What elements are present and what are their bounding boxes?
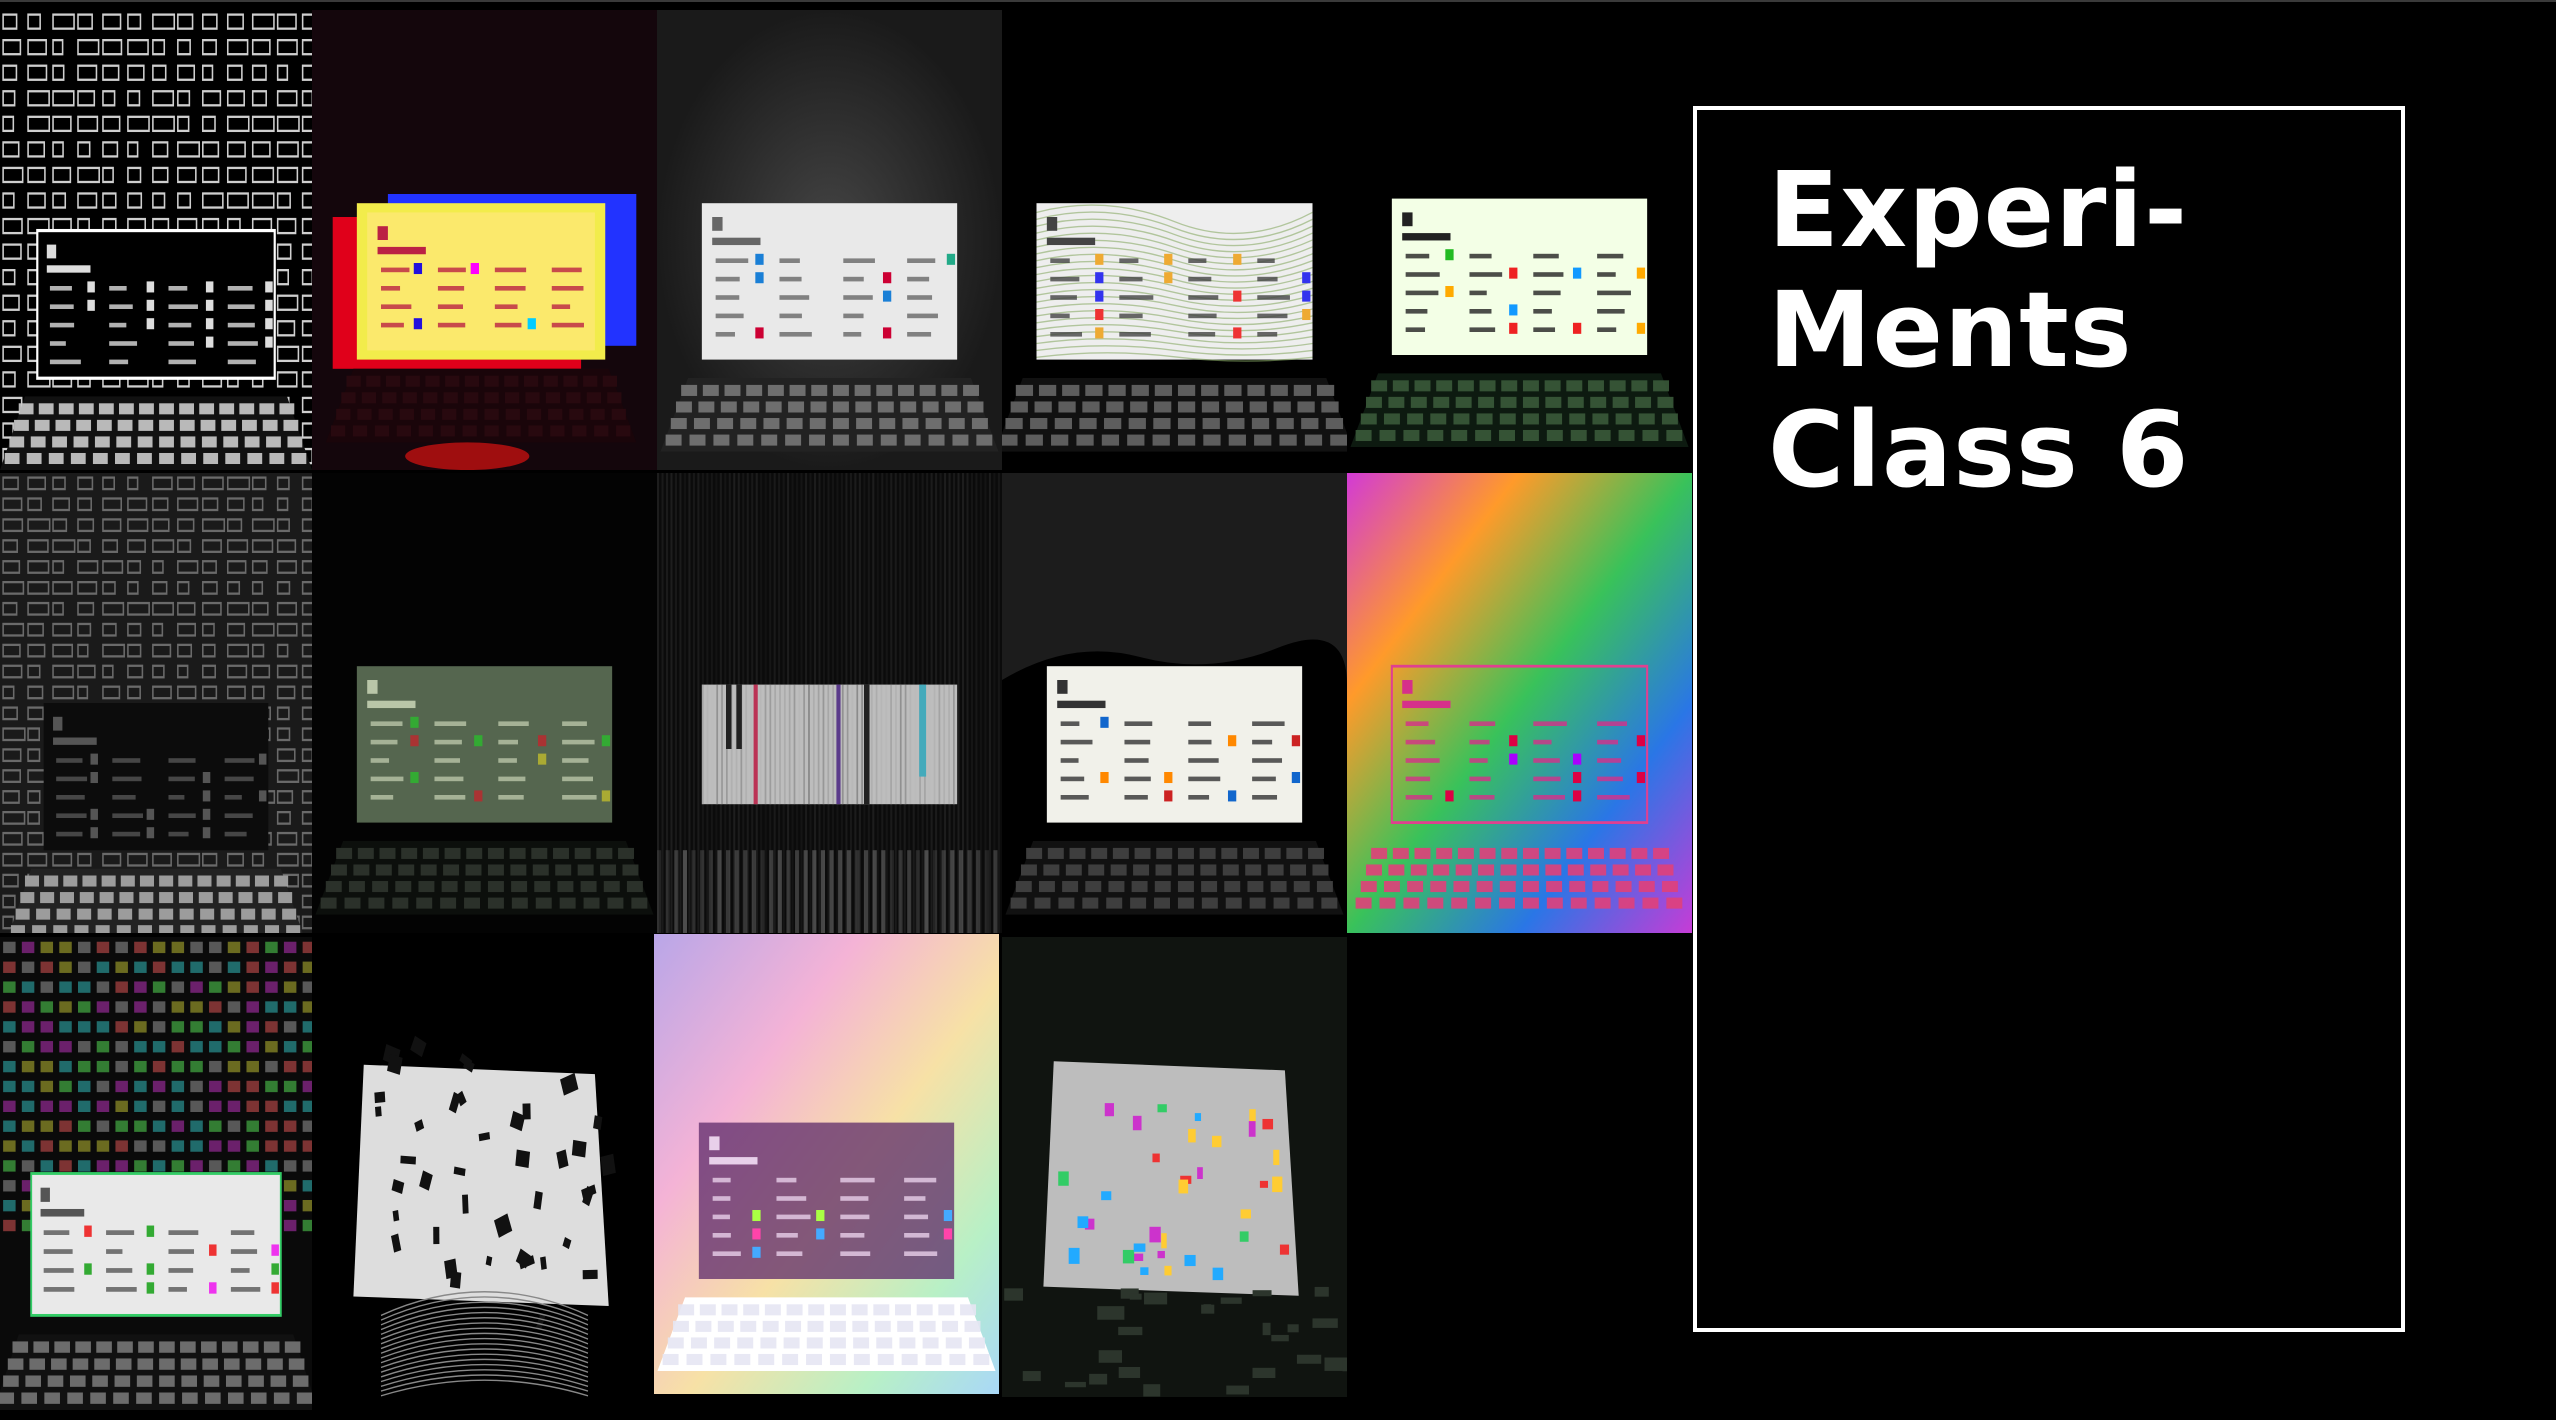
experiment-tile-chromatic-pattern-image	[0, 937, 312, 1410]
experiment-tile-green-dim	[312, 473, 657, 933]
experiment-tile-outline-pattern-image	[0, 10, 312, 470]
experiment-tile-vertical-stripes-image	[657, 473, 1002, 933]
experiment-tile-posterized-image	[1002, 473, 1347, 933]
experiment-tile-chromatic-pattern	[0, 937, 312, 1410]
top-divider	[0, 0, 2556, 2]
experiment-tile-posterized	[1002, 473, 1347, 933]
experiment-tile-green-dim-image	[312, 473, 657, 933]
experiment-tile-outline-pattern	[0, 10, 312, 470]
experiment-tile-rgb-split	[312, 10, 657, 470]
experiment-tile-white-scatter-image	[312, 937, 657, 1410]
experiment-tile-white-scatter	[312, 937, 657, 1410]
experiment-tile-bright-screen	[1347, 10, 1692, 470]
experiment-tile-glitch-scatter-image	[1002, 937, 1347, 1397]
experiment-tile-bright-screen-image	[1347, 10, 1692, 470]
experiment-tile-wave-distort	[1002, 10, 1347, 470]
title-line-3: Class 6	[1768, 389, 2190, 511]
experiment-tile-wave-distort-image	[1002, 10, 1347, 470]
experiment-tile-gray-pattern-image	[0, 473, 312, 933]
experiment-tile-gray-pattern	[0, 473, 312, 933]
experiment-tile-rainbow-gradient	[1347, 473, 1692, 933]
slide-title: Experi- Ments Class 6	[1768, 150, 2388, 510]
experiment-tile-vertical-stripes	[657, 473, 1002, 933]
title-line-2: Ments	[1768, 269, 2133, 391]
title-line-1: Experi-	[1768, 149, 2189, 271]
experiment-tile-glow-dark	[657, 10, 1002, 470]
experiment-tile-pastel-gradient	[654, 934, 999, 1394]
experiment-tile-rainbow-gradient-image	[1347, 473, 1692, 933]
experiment-tile-glitch-scatter	[1002, 937, 1347, 1397]
experiment-tile-pastel-gradient-image	[654, 934, 999, 1394]
experiment-tile-glow-dark-image	[657, 10, 1002, 470]
experiment-tile-rgb-split-image	[312, 10, 657, 470]
